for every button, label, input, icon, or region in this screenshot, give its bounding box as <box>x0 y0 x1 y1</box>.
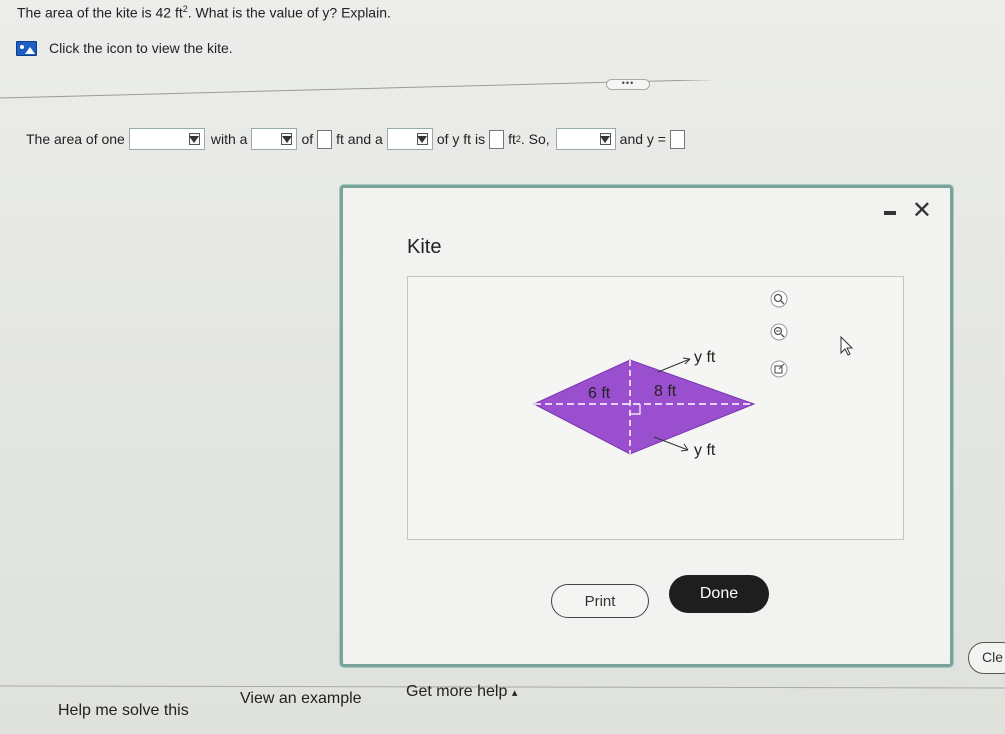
popout-icon[interactable] <box>770 360 788 378</box>
minimize-icon[interactable] <box>883 211 896 215</box>
dropdown-arrow-icon <box>188 133 200 145</box>
modal-title: Kite <box>407 236 442 258</box>
view-kite-label: Click the icon to view the kite. <box>49 40 233 56</box>
input-area[interactable] <box>489 129 505 149</box>
get-more-help-label: Get more help <box>406 683 508 700</box>
caret-up-icon: ▴ <box>511 687 518 699</box>
answer-text-5: of y ft is <box>436 131 486 147</box>
dropdown-conclusion[interactable] <box>555 128 616 150</box>
dropdown-measure[interactable] <box>251 128 298 150</box>
done-button[interactable]: Done <box>669 575 769 613</box>
label-8ft: 8 ft <box>654 383 677 400</box>
input-y[interactable] <box>669 129 685 149</box>
dropdown-shape[interactable] <box>128 128 205 150</box>
dropdown-measure-2[interactable] <box>386 128 433 150</box>
zoom-out-icon[interactable] <box>770 323 788 341</box>
answer-text-3: of <box>301 131 314 147</box>
expand-more-button[interactable]: ••• <box>606 79 650 90</box>
answer-text-7: . So, <box>520 131 550 147</box>
zoom-in-icon[interactable] <box>770 290 788 308</box>
answer-text-4: ft and a <box>336 131 383 147</box>
dropdown-arrow-icon <box>599 133 611 145</box>
answer-unit: ft <box>508 131 516 147</box>
view-kite-link[interactable]: Click the icon to view the kite. <box>16 40 233 56</box>
label-y-top: y ft <box>694 349 716 366</box>
question-prefix: The area of the kite is 42 ft <box>17 4 183 21</box>
kite-diagram: y ft 6 ft 8 ft y ft <box>532 290 854 459</box>
close-icon[interactable]: ✕ <box>912 199 932 223</box>
image-icon[interactable] <box>16 40 37 56</box>
get-more-help-link[interactable]: Get more help ▴ <box>406 683 517 701</box>
kite-modal: ✕ Kite y ft 6 ft 8 ft y ft Print Done <box>340 185 953 667</box>
answer-row: The area of one with a of ft and a of y … <box>22 128 685 150</box>
clear-all-button[interactable]: Cle <box>968 642 1005 674</box>
answer-text-8: and y = <box>619 131 666 147</box>
modal-controls: ✕ <box>883 199 932 223</box>
view-example-link[interactable]: View an example <box>240 690 362 708</box>
label-y-bottom: y ft <box>694 442 716 459</box>
help-me-solve-link[interactable]: Help me solve this <box>58 702 189 720</box>
question-suffix: . What is the value of y? Explain. <box>187 4 391 21</box>
label-6ft: 6 ft <box>588 385 611 402</box>
dropdown-arrow-icon <box>416 133 428 145</box>
kite-shape <box>532 359 756 455</box>
section-divider <box>0 80 716 99</box>
print-button[interactable]: Print <box>551 584 649 618</box>
question-text: The area of the kite is 42 ft2. What is … <box>17 4 391 21</box>
dropdown-arrow-icon <box>281 133 293 145</box>
input-length[interactable] <box>317 129 333 149</box>
answer-text-2: with a <box>210 131 248 147</box>
answer-text-1: The area of one <box>26 131 125 147</box>
kite-figure: y ft 6 ft 8 ft y ft <box>407 276 904 540</box>
mouse-cursor-icon <box>840 335 854 356</box>
